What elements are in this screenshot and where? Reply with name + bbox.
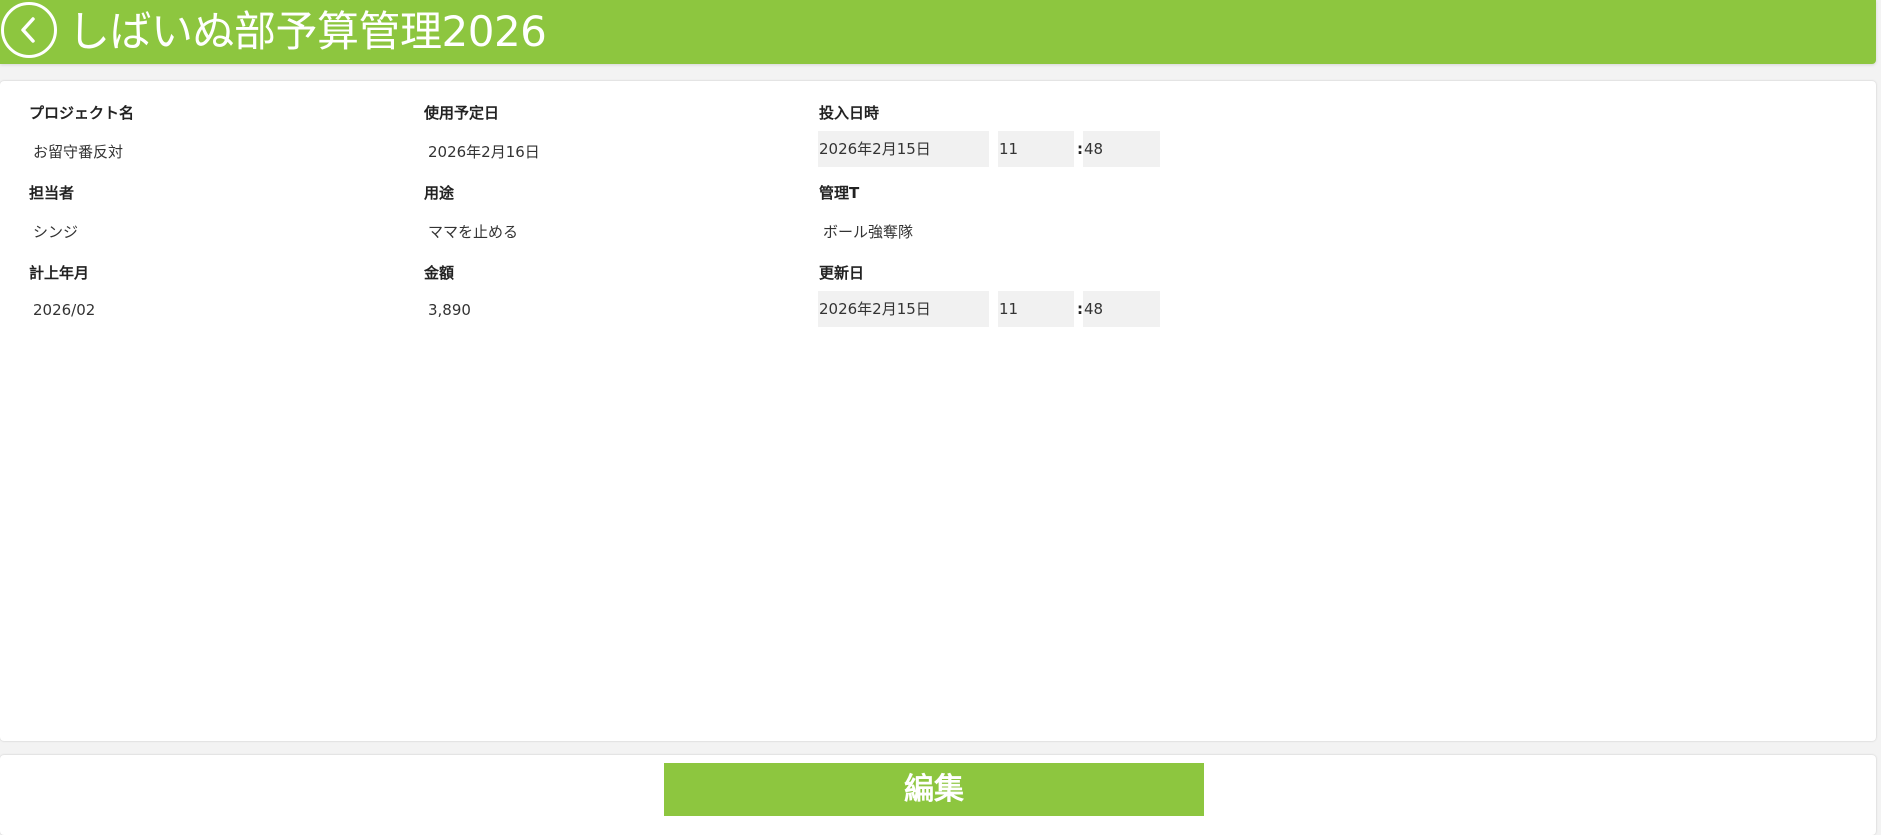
updated-minute-field[interactable]: 48 — [1083, 291, 1160, 327]
updated-hour-field[interactable]: 11 — [998, 291, 1074, 327]
purpose-label: 用途 — [424, 184, 455, 202]
project-name-value: お留守番反対 — [33, 143, 124, 161]
owner-label: 担当者 — [29, 184, 75, 202]
owner-value: シンジ — [33, 223, 79, 241]
submitted-datetime-label: 投入日時 — [819, 104, 880, 122]
planned-use-date-value: 2026年2月16日 — [428, 143, 540, 161]
page-title: しばいぬ部予算管理2026 — [68, 7, 547, 56]
amount-value: 3,890 — [428, 301, 471, 319]
submitted-minute-field[interactable]: 48 — [1083, 131, 1160, 167]
chevron-left-icon — [21, 17, 35, 43]
app-header: しばいぬ部予算管理2026 — [0, 0, 1876, 64]
amount-label: 金額 — [424, 264, 455, 282]
back-button[interactable] — [1, 2, 57, 58]
planned-use-date-label: 使用予定日 — [424, 104, 500, 122]
booking-month-label: 計上年月 — [29, 264, 90, 282]
project-name-label: プロジェクト名 — [29, 104, 135, 122]
admin-team-label: 管理T — [819, 184, 860, 202]
purpose-value: ママを止める — [428, 223, 519, 241]
updated-date-field[interactable]: 2026年2月15日 — [818, 291, 989, 327]
submitted-date-field[interactable]: 2026年2月15日 — [818, 131, 989, 167]
footer-bar: 編集 — [0, 755, 1876, 835]
booking-month-value: 2026/02 — [33, 301, 96, 319]
updated-date-label: 更新日 — [819, 264, 865, 282]
admin-team-value: ボール強奪隊 — [823, 223, 914, 241]
detail-panel: プロジェクト名 お留守番反対 使用予定日 2026年2月16日 投入日時 202… — [0, 81, 1876, 741]
submitted-hour-field[interactable]: 11 — [998, 131, 1074, 167]
edit-button[interactable]: 編集 — [664, 763, 1204, 816]
